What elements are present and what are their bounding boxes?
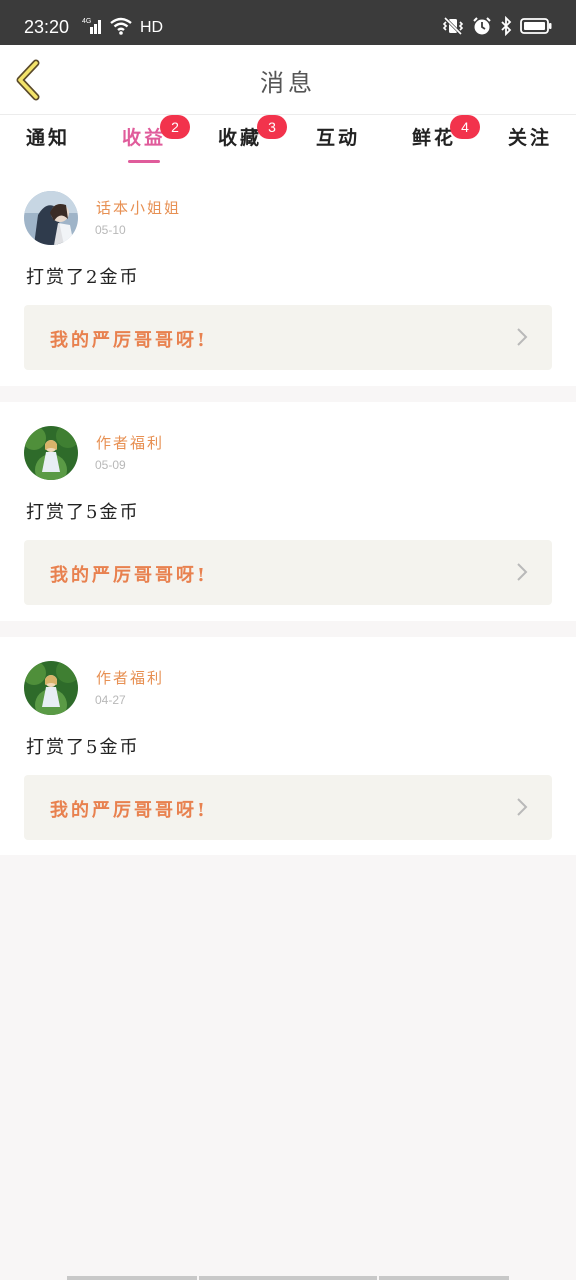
- home-indicator: [67, 1276, 197, 1280]
- tab-notification[interactable]: 通知: [20, 123, 76, 163]
- message-card: 话本小姐姐 05-10 打赏了2金币 我的严厉哥哥呀!: [0, 167, 576, 386]
- tab-interactions[interactable]: 互动: [310, 123, 366, 163]
- avatar[interactable]: [24, 426, 78, 480]
- reply-text: 我的严厉哥哥呀!: [50, 800, 208, 821]
- tab-label: 收藏: [217, 127, 262, 149]
- avatar[interactable]: [24, 661, 78, 715]
- message-text: 打赏了5金币: [26, 502, 140, 523]
- reply-text: 我的严厉哥哥呀!: [50, 565, 208, 586]
- wifi-icon: [110, 17, 132, 39]
- message-date: 04-27: [95, 693, 126, 707]
- sender-name[interactable]: 作者福利: [96, 432, 164, 453]
- tab-bar: 通知 收益 2 收藏 3 互动 鲜花 4 关注: [0, 115, 576, 167]
- battery-icon: [520, 17, 552, 39]
- alarm-icon: [472, 16, 492, 40]
- tab-active-indicator: [128, 160, 160, 163]
- message-card: 作者福利 05-09 打赏了5金币 我的严厉哥哥呀!: [0, 402, 576, 621]
- sender-name[interactable]: 作者福利: [96, 667, 164, 688]
- status-bar: 23:20 4G HD: [0, 0, 576, 45]
- message-text: 打赏了5金币: [26, 737, 140, 758]
- status-time: 23:20: [24, 17, 70, 37]
- tab-label: 互动: [315, 127, 360, 149]
- reply-box[interactable]: 我的严厉哥哥呀!: [24, 305, 552, 370]
- tab-favorites[interactable]: 收藏 3: [212, 115, 287, 163]
- message-date: 05-09: [95, 458, 126, 472]
- message-card: 作者福利 04-27 打赏了5金币 我的严厉哥哥呀!: [0, 637, 576, 855]
- header: 消息: [0, 45, 576, 115]
- tab-label: 鲜花: [411, 127, 456, 149]
- home-indicator: [199, 1276, 377, 1280]
- status-left-icons: 4G HD: [82, 17, 163, 39]
- chevron-right-icon: [516, 797, 528, 821]
- tab-label: 关注: [507, 127, 552, 149]
- message-text: 打赏了2金币: [26, 267, 140, 288]
- home-indicator: [379, 1276, 509, 1280]
- hd-indicator: HD: [140, 19, 164, 36]
- tab-flowers[interactable]: 鲜花 4: [406, 115, 480, 163]
- bluetooth-icon: [500, 15, 512, 40]
- chevron-right-icon: [516, 327, 528, 351]
- signal-icon: 4G: [82, 17, 104, 39]
- reply-text: 我的严厉哥哥呀!: [50, 330, 208, 351]
- reply-box[interactable]: 我的严厉哥哥呀!: [24, 540, 552, 605]
- tab-badge: 3: [257, 115, 287, 139]
- avatar[interactable]: [24, 191, 78, 245]
- tab-following[interactable]: 关注: [502, 123, 558, 163]
- sender-name[interactable]: 话本小姐姐: [96, 197, 181, 218]
- network-type-label: 4G: [82, 18, 91, 25]
- tab-earnings[interactable]: 收益 2: [116, 115, 190, 163]
- tab-label: 收益: [121, 127, 166, 149]
- status-right-icons: [442, 15, 552, 40]
- chevron-right-icon: [516, 562, 528, 586]
- reply-box[interactable]: 我的严厉哥哥呀!: [24, 775, 552, 840]
- vibrate-icon: [442, 16, 464, 40]
- tab-label: 通知: [25, 127, 70, 149]
- page-title: 消息: [260, 69, 316, 97]
- message-date: 05-10: [95, 223, 126, 237]
- tab-badge: 2: [160, 115, 190, 139]
- tab-badge: 4: [450, 115, 480, 139]
